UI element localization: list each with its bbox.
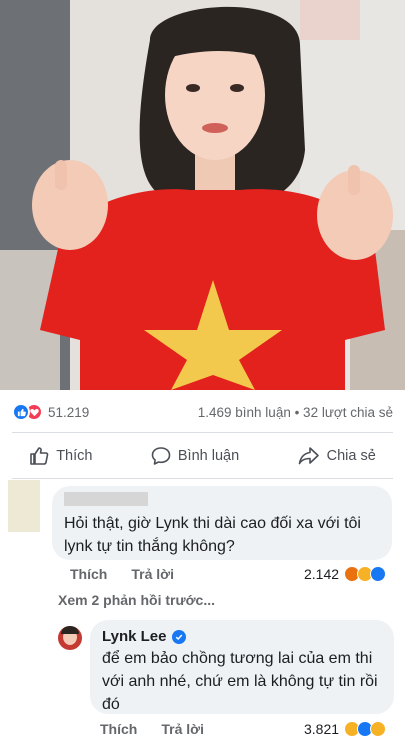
reply-avatar[interactable] bbox=[58, 626, 82, 650]
like-label: Thích bbox=[56, 448, 93, 464]
post-action-bar: Thích Bình luận Chia sẻ bbox=[0, 436, 405, 476]
reply-meta: Thích Trả lời bbox=[100, 721, 204, 737]
share-label: Chia sẻ bbox=[326, 448, 376, 464]
comment-bubble: Hỏi thật, giờ Lynk thi dài cao đối xa vớ… bbox=[52, 486, 392, 560]
comment-reaction-count: 2.142 bbox=[304, 566, 340, 582]
wow-reaction-icon bbox=[370, 721, 387, 737]
reply-author[interactable]: Lynk Lee bbox=[102, 628, 382, 645]
reply-reply-button[interactable]: Trả lời bbox=[161, 721, 204, 737]
view-previous-replies-link[interactable]: Xem 2 phản hồi trước... bbox=[58, 592, 215, 608]
comment-reply-button[interactable]: Trả lời bbox=[131, 566, 174, 582]
divider bbox=[12, 478, 393, 479]
comment-icon bbox=[151, 447, 171, 465]
reply-reaction-count: 3.821 bbox=[304, 721, 340, 737]
reply-author-name: Lynk Lee bbox=[102, 628, 167, 645]
like-reaction-icon bbox=[370, 566, 387, 582]
reply-like-button[interactable]: Thích bbox=[100, 721, 137, 737]
reply-bubble: Lynk Lee để em bảo chồng tương lai của e… bbox=[90, 620, 394, 714]
comment-label: Bình luận bbox=[177, 448, 240, 464]
comment-meta: Thích Trả lời bbox=[70, 566, 174, 582]
avatar[interactable] bbox=[8, 480, 40, 532]
reply-reactions[interactable]: 3.821 bbox=[304, 721, 387, 737]
post-photo[interactable] bbox=[0, 0, 405, 390]
thumbs-up-icon bbox=[30, 447, 49, 465]
comment-button[interactable]: Bình luận bbox=[151, 446, 239, 466]
like-reaction-icon bbox=[12, 403, 30, 421]
divider bbox=[12, 432, 393, 433]
comment-text: Hỏi thật, giờ Lynk thi dài cao đối xa vớ… bbox=[64, 515, 361, 555]
like-button[interactable]: Thích bbox=[29, 446, 92, 466]
reactions-count[interactable]: 51.219 bbox=[48, 405, 89, 420]
post-photo-illustration bbox=[0, 0, 405, 390]
reaction-icons[interactable] bbox=[12, 403, 43, 421]
share-button[interactable]: Chia sẻ bbox=[298, 446, 376, 466]
share-icon bbox=[298, 447, 319, 465]
comment-like-button[interactable]: Thích bbox=[70, 566, 107, 582]
verified-badge-icon bbox=[172, 629, 187, 644]
post-stats-bar: 51.219 1.469 bình luận • 32 lượt chia sẻ bbox=[0, 397, 405, 427]
author-name-redacted[interactable] bbox=[64, 492, 148, 506]
comments-shares-count[interactable]: 1.469 bình luận • 32 lượt chia sẻ bbox=[198, 405, 393, 420]
reply-text: để em bảo chồng tương lai của em thi với… bbox=[102, 650, 378, 713]
comment-reactions[interactable]: 2.142 bbox=[304, 566, 387, 582]
